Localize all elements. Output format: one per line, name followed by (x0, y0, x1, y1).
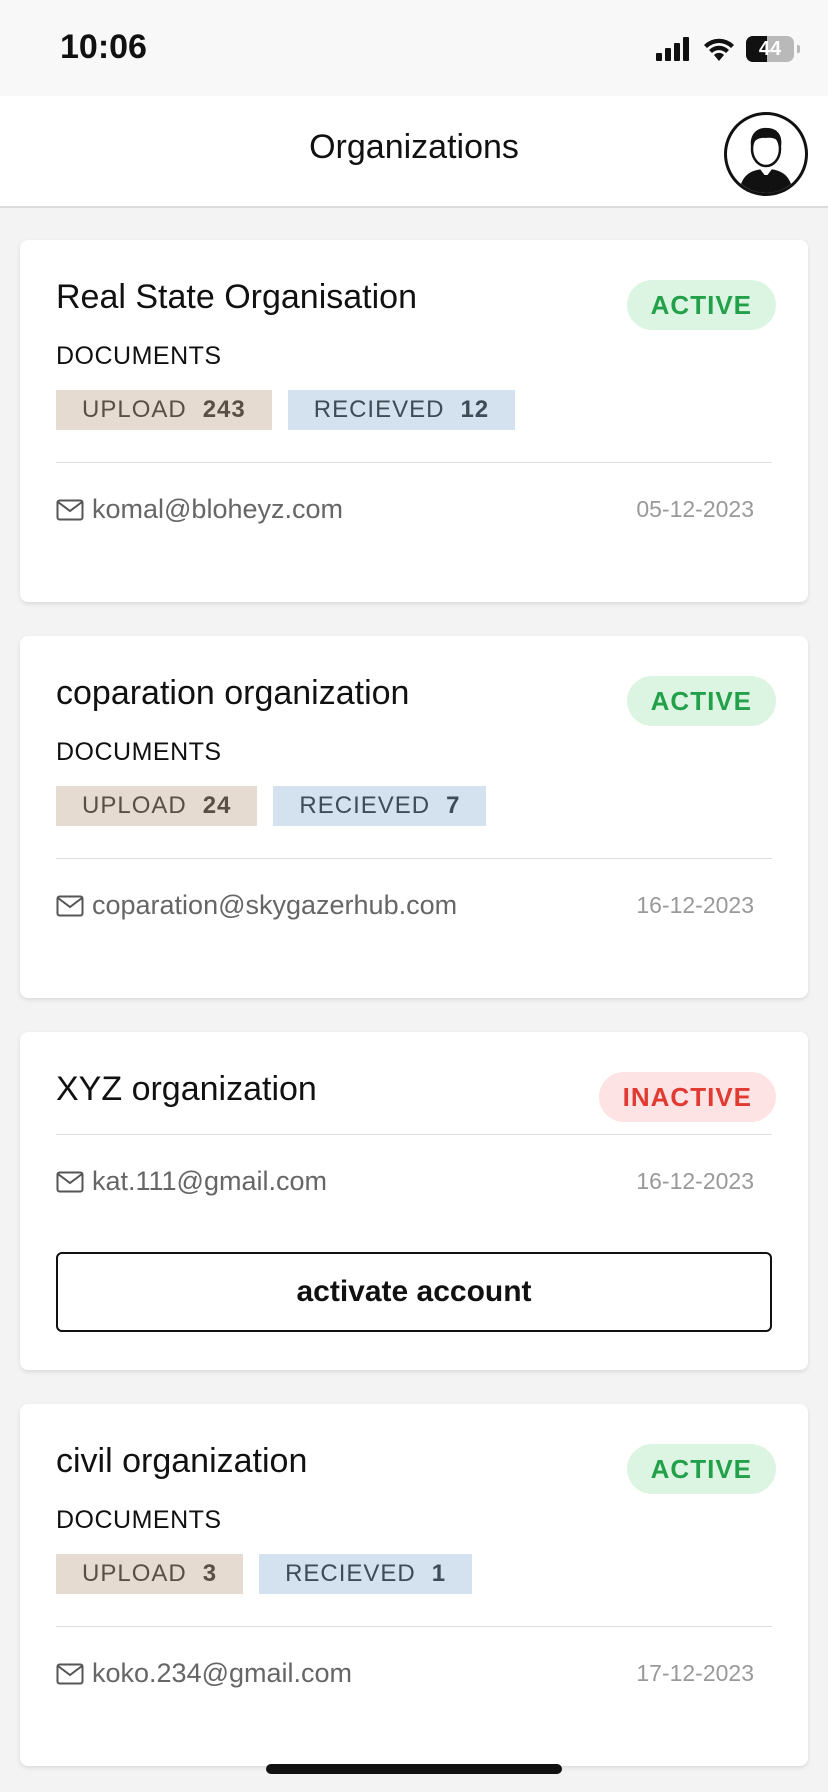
organization-card[interactable]: XYZ organization INACTIVE kat.111@gmail.… (20, 1032, 808, 1370)
documents-label: DOCUMENTS (56, 1506, 222, 1534)
organization-email: koko.234@gmail.com (92, 1658, 353, 1688)
upload-label: UPLOAD (82, 396, 187, 423)
divider (56, 858, 772, 859)
divider (56, 462, 772, 463)
organization-email: kat.111@gmail.com (92, 1166, 327, 1196)
document-chips: UPLOAD 24 RECIEVED 7 (56, 786, 487, 826)
status-badge: ACTIVE (626, 1444, 776, 1494)
organization-email: coparation@skygazerhub.com (92, 890, 458, 920)
home-indicator[interactable] (266, 1764, 562, 1774)
page-title: Organizations (309, 128, 519, 166)
battery-icon: 44 (746, 36, 800, 62)
email-row: coparation@skygazerhub.com (56, 890, 457, 921)
mail-icon (56, 499, 84, 520)
upload-chip: UPLOAD 24 (56, 786, 258, 826)
organization-date: 16-12-2023 (636, 892, 754, 918)
user-avatar-icon[interactable] (724, 112, 808, 196)
email-row: komal@bloheyz.com (56, 494, 343, 525)
received-chip: RECIEVED 12 (287, 390, 516, 430)
organization-card[interactable]: coparation organization ACTIVE DOCUMENTS… (20, 636, 808, 998)
organization-name: Real State Organisation (56, 278, 417, 316)
organization-name: coparation organization (56, 674, 410, 712)
status-badge: INACTIVE (598, 1072, 776, 1122)
email-row: koko.234@gmail.com (56, 1658, 352, 1689)
organization-date: 05-12-2023 (636, 496, 754, 522)
battery-percentage: 44 (758, 37, 782, 60)
upload-count: 243 (202, 396, 246, 423)
documents-label: DOCUMENTS (56, 738, 222, 766)
mail-icon (56, 1663, 84, 1684)
upload-count: 3 (202, 1560, 218, 1587)
organization-name: XYZ organization (56, 1070, 317, 1108)
received-chip: RECIEVED 1 (259, 1554, 473, 1594)
email-row: kat.111@gmail.com (56, 1166, 327, 1197)
received-count: 7 (446, 792, 461, 819)
status-badge: ACTIVE (626, 676, 776, 726)
status-icons: 44 (656, 34, 800, 64)
received-label: RECIEVED (285, 1560, 416, 1587)
wifi-icon (704, 38, 734, 61)
upload-chip: UPLOAD 3 (56, 1554, 244, 1594)
status-time: 10:06 (60, 28, 147, 66)
document-chips: UPLOAD 243 RECIEVED 12 (56, 390, 516, 430)
organization-card[interactable]: Real State Organisation ACTIVE DOCUMENTS… (20, 240, 808, 602)
activate-account-button[interactable]: activate account (56, 1252, 772, 1332)
organization-card[interactable]: civil organization ACTIVE DOCUMENTS UPLO… (20, 1404, 808, 1766)
upload-count: 24 (202, 792, 232, 819)
upload-label: UPLOAD (82, 1560, 187, 1587)
received-count: 12 (460, 396, 490, 423)
organization-date: 16-12-2023 (636, 1168, 754, 1194)
divider (56, 1134, 772, 1135)
app-header: Organizations (0, 96, 828, 208)
upload-chip: UPLOAD 243 (56, 390, 272, 430)
received-chip: RECIEVED 7 (273, 786, 487, 826)
organization-email: komal@bloheyz.com (92, 494, 344, 524)
organization-name: civil organization (56, 1442, 308, 1480)
mail-icon (56, 1171, 84, 1192)
documents-label: DOCUMENTS (56, 342, 222, 370)
divider (56, 1626, 772, 1627)
document-chips: UPLOAD 3 RECIEVED 1 (56, 1554, 473, 1594)
mail-icon (56, 895, 84, 916)
received-count: 1 (431, 1560, 447, 1587)
status-badge: ACTIVE (626, 280, 776, 330)
received-label: RECIEVED (313, 396, 445, 423)
signal-icon (656, 37, 689, 61)
received-label: RECIEVED (299, 792, 431, 819)
organization-date: 17-12-2023 (636, 1660, 754, 1686)
status-bar: 10:06 44 (0, 0, 828, 96)
upload-label: UPLOAD (82, 792, 187, 819)
